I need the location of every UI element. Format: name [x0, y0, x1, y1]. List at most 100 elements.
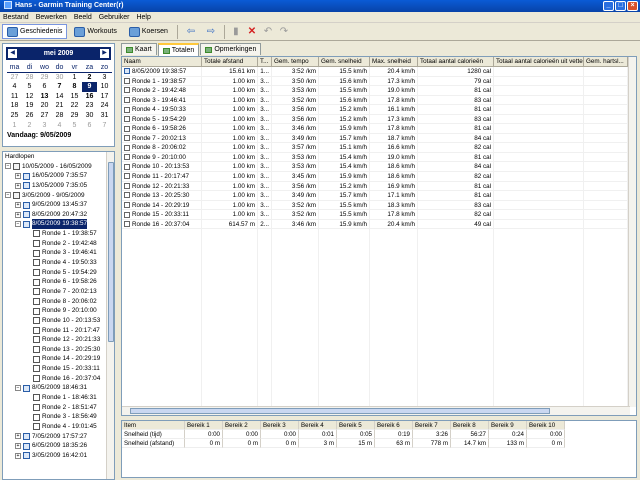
lap-row[interactable]: Ronde 8 - 20:06:02 1.00 km 3... 3:57 /km 15.… [122, 143, 628, 153]
calendar-day[interactable]: 13 [37, 92, 52, 102]
tree-week-item[interactable]: − 10/05/2009 - 16/05/2009 [3, 162, 107, 172]
lap-row[interactable]: Ronde 13 - 20:25:30 1.00 km 3... 3:49 /km 15… [122, 191, 628, 201]
calendar-day[interactable]: 27 [7, 73, 22, 83]
lap-row[interactable]: Ronde 7 - 20:02:13 1.00 km 3... 3:49 /km 15.… [122, 133, 628, 144]
calendar-day[interactable]: 29 [37, 73, 52, 83]
tree-activity-item[interactable]: +6/05/2009 18:35:26 [3, 441, 107, 451]
calendar-day[interactable]: 17 [97, 92, 112, 102]
tree-activity-item[interactable]: − 8/05/2009 19:38:57 [3, 219, 107, 230]
calendar-day[interactable]: 22 [67, 101, 82, 111]
menu-gebruiker[interactable]: Gebruiker [99, 12, 130, 22]
lap-row[interactable]: Ronde 1 - 19:38:57 1.00 km 3... 3:50 /km 15.… [122, 76, 628, 87]
lap-row[interactable]: Ronde 9 - 20:10:00 1.00 km 3... 3:53 /km 15.… [122, 152, 628, 163]
menu-bestand[interactable]: Bestand [3, 12, 29, 22]
calendar-day[interactable]: 11 [7, 92, 22, 102]
courses-button[interactable]: Koersen [124, 24, 173, 39]
calendar-day[interactable]: 30 [52, 73, 67, 83]
tree-lap-item[interactable]: Ronde 7 - 20:02:13 [3, 287, 107, 297]
column-header[interactable]: Totaal aantal calorieën [418, 57, 494, 67]
lap-row[interactable]: Ronde 6 - 19:58:26 1.00 km 3... 3:46 /km 15.… [122, 124, 628, 134]
prev-month-button[interactable]: ◀ [8, 49, 17, 58]
expand-icon[interactable]: + [15, 182, 21, 189]
calendar-day[interactable]: 18 [7, 101, 22, 111]
column-header[interactable]: T... [258, 57, 272, 67]
lap-row[interactable]: Ronde 14 - 20:29:19 1.00 km 3... 3:52 /km 15… [122, 200, 628, 211]
calendar-day[interactable]: 20 [37, 101, 52, 111]
menu-beeld[interactable]: Beeld [74, 12, 92, 22]
tree-lap-item[interactable]: Ronde 16 - 20:37:04 [3, 374, 107, 384]
undo-icon[interactable]: ↶ [261, 25, 275, 39]
calendar-day[interactable]: 28 [22, 73, 37, 83]
tree-lap-item[interactable]: Ronde 15 - 20:33:11 [3, 364, 107, 374]
minimize-button[interactable]: _ [603, 1, 614, 11]
column-header[interactable]: Gem. hartsl... [584, 57, 628, 67]
calendar-day[interactable]: 26 [22, 111, 37, 121]
calendar-day[interactable]: 3 [37, 121, 52, 131]
collapse-icon[interactable]: − [5, 163, 11, 170]
calendar-day[interactable]: 1 [67, 73, 82, 83]
tree-lap-item[interactable]: Ronde 3 - 18:56:49 [3, 412, 107, 422]
tree-activity-item[interactable]: +9/05/2009 13:45:37 [3, 200, 107, 210]
lap-row[interactable]: Ronde 5 - 19:54:29 1.00 km 3... 3:56 /km 15.… [122, 114, 628, 125]
tab-totalen[interactable]: Totalen [157, 43, 200, 56]
tree-activity-item[interactable]: +16/05/2009 7:35:57 [3, 171, 107, 181]
column-header[interactable]: Naam [122, 57, 202, 67]
grid-vertical-scrollbar[interactable] [628, 57, 636, 407]
calendar-day[interactable]: 10 [97, 82, 112, 92]
lap-row[interactable]: Ronde 15 - 20:33:11 1.00 km 3... 3:52 /km 15… [122, 210, 628, 220]
calendar-day[interactable]: 9 [82, 82, 97, 92]
calendar-day[interactable]: 27 [37, 111, 52, 121]
calendar-day[interactable]: 2 [22, 121, 37, 131]
history-button[interactable]: Geschiedenis [2, 24, 68, 39]
tree-lap-item[interactable]: Ronde 5 - 19:54:29 [3, 268, 107, 278]
calendar-day[interactable]: 15 [67, 92, 82, 102]
calendar-day[interactable]: 31 [97, 111, 112, 121]
tree-lap-item[interactable]: Ronde 2 - 19:42:48 [3, 239, 107, 249]
calendar-day[interactable]: 30 [82, 111, 97, 121]
calendar-day[interactable]: 23 [82, 101, 97, 111]
tree-lap-item[interactable]: Ronde 9 - 20:10:00 [3, 306, 107, 316]
lap-row[interactable]: Ronde 4 - 19:50:33 1.00 km 3... 3:56 /km 15.… [122, 105, 628, 115]
lap-row[interactable]: Ronde 10 - 20:13:53 1.00 km 3... 3:53 /km 15… [122, 162, 628, 173]
tree-lap-item[interactable]: Ronde 2 - 18:51:47 [3, 403, 107, 413]
tree-scrollbar-thumb[interactable] [108, 162, 114, 342]
expand-icon[interactable]: + [15, 211, 21, 218]
collapse-icon[interactable]: − [5, 192, 11, 199]
tab-kaart[interactable]: Kaart [121, 43, 157, 55]
lap-row[interactable]: Ronde 3 - 19:46:41 1.00 km 3... 3:52 /km 15.… [122, 95, 628, 106]
expand-icon[interactable]: + [15, 452, 21, 459]
lap-row[interactable]: Ronde 16 - 20:37:04 614.57 m 2... 3:46 /km 1… [122, 219, 628, 230]
tree-lap-item[interactable]: Ronde 13 - 20:25:30 [3, 345, 107, 355]
calendar-day[interactable]: 7 [97, 121, 112, 131]
calendar-day[interactable]: 25 [7, 111, 22, 121]
calendar-day[interactable]: 2 [82, 73, 97, 83]
column-header[interactable]: Totale afstand [202, 57, 258, 67]
menu-bewerken[interactable]: Bewerken [36, 12, 67, 22]
tree-lap-item[interactable]: Ronde 14 - 20:29:19 [3, 354, 107, 364]
activity-row[interactable]: 8/05/2009 19:38:57 15.61 km 1... 3:52 /km 15… [122, 67, 628, 77]
calendar-day[interactable]: 24 [97, 101, 112, 111]
redo-icon[interactable]: ↷ [277, 25, 291, 39]
workouts-button[interactable]: Workouts [69, 24, 121, 39]
tree-scrollbar[interactable] [106, 152, 114, 479]
expand-icon[interactable]: + [15, 202, 21, 209]
calendar-day[interactable]: 6 [82, 121, 97, 131]
remove-icon[interactable]: ✕ [245, 25, 259, 39]
receive-from-device-icon[interactable]: ⇦ [182, 25, 200, 39]
calendar-day[interactable]: 6 [37, 82, 52, 92]
tree-activity-item[interactable]: +7/05/2009 17:57:27 [3, 432, 107, 442]
tree-category[interactable]: Hardlopen [3, 152, 107, 162]
expand-icon[interactable]: + [15, 173, 21, 180]
tree-lap-item[interactable]: Ronde 6 - 19:58:26 [3, 277, 107, 287]
collapse-icon[interactable]: − [15, 221, 21, 228]
tree-lap-item[interactable]: Ronde 3 - 19:46:41 [3, 248, 107, 258]
lap-row[interactable]: Ronde 12 - 20:21:33 1.00 km 3... 3:56 /km 15… [122, 181, 628, 192]
tree-week-item[interactable]: − 3/05/2009 - 9/05/2009 [3, 191, 107, 201]
tree-lap-item[interactable]: Ronde 1 - 18:46:31 [3, 393, 107, 403]
tree-activity-item[interactable]: − 8/05/2009 18:46:31 [3, 383, 107, 393]
calendar-day[interactable]: 29 [67, 111, 82, 121]
calendar-day[interactable]: 7 [52, 82, 67, 92]
next-month-button[interactable]: ▶ [100, 49, 109, 58]
tab-opmerkingen[interactable]: Opmerkingen [200, 43, 262, 55]
column-header[interactable]: Gem. tempo [272, 57, 319, 67]
